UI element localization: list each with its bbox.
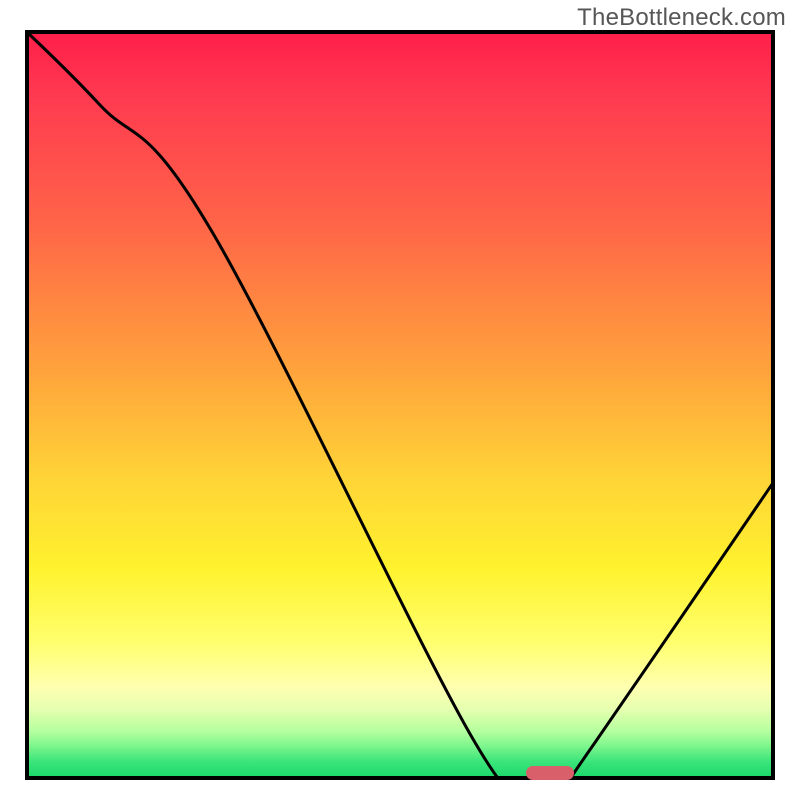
bottleneck-line-plot xyxy=(25,30,775,780)
bottleneck-curve-path xyxy=(25,30,775,780)
watermark-text: TheBottleneck.com xyxy=(577,4,786,32)
chart-container: TheBottleneck.com xyxy=(0,0,800,800)
optimal-marker xyxy=(526,766,574,780)
